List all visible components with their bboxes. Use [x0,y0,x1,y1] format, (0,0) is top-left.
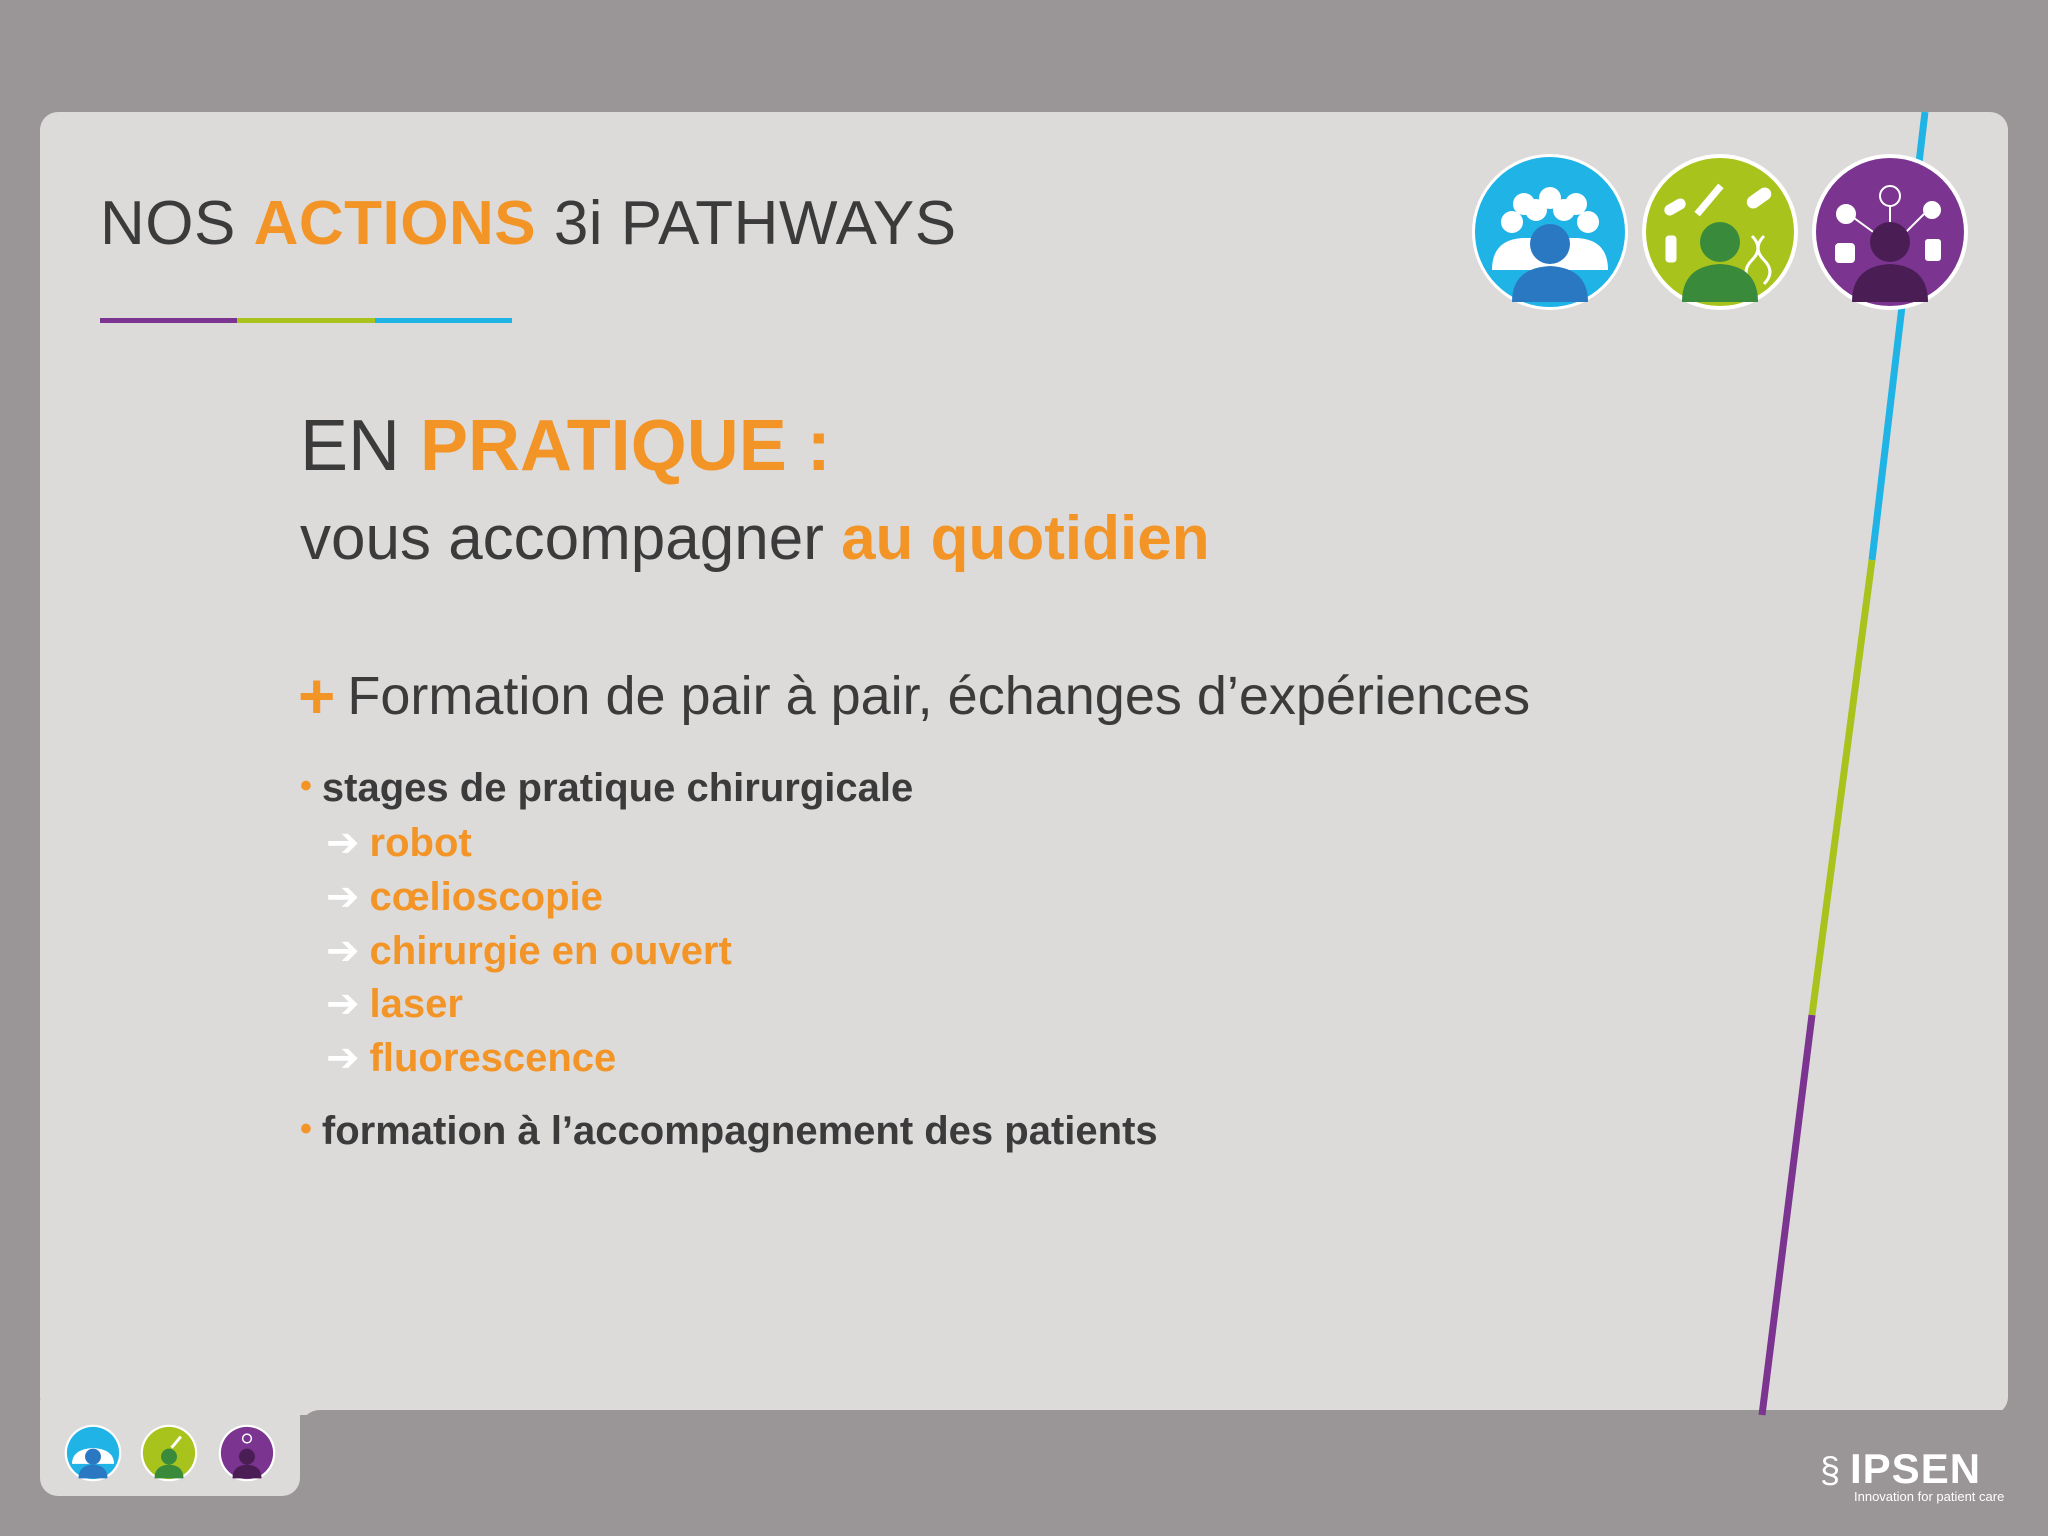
section-heading: EN PRATIQUE : [300,405,831,487]
sub-item: ➔ robot [326,820,472,866]
healthcare-network-small-icon [218,1424,276,1482]
title-underline [100,318,512,323]
list-item: • formation à l’accompagnement des patien… [300,1109,1158,1154]
title-prefix: NOS [100,189,254,258]
sub-item-text: laser [369,982,463,1026]
heading-prefix: EN [300,406,421,486]
bullet-text: stages de pratique chirurgicale [321,766,914,810]
bullet-dot: • [300,1110,312,1148]
arrow-right-icon: ➔ [326,875,360,919]
logo-tagline: Innovation for patient care [1854,1489,2005,1504]
sub-item-text: chirurgie en ouvert [369,929,732,973]
sub-item: ➔ laser [326,981,463,1027]
title-suffix: 3i PATHWAYS [536,189,957,258]
arrow-right-icon: ➔ [326,821,360,865]
sub-item-text: cœlioscopie [369,875,603,919]
sub-item: ➔ fluorescence [326,1035,616,1081]
page-title: NOS ACTIONS 3i PATHWAYS [100,188,957,259]
title-accent: ACTIONS [253,189,537,258]
plus-icon: + [298,660,336,732]
logo-brand: IPSEN [1850,1445,1982,1492]
heading-accent: PRATIQUE : [420,406,831,486]
arrow-right-icon: ➔ [326,1036,360,1080]
people-group-small-icon [64,1424,122,1482]
medical-tools-icon [1642,154,1798,310]
logo-mark-icon: § [1820,1449,1841,1490]
healthcare-network-icon [1812,154,1968,310]
sub-item-text: fluorescence [369,1036,617,1080]
ipsen-logo: § IPSEN Innovation for patient care [1820,1445,2010,1505]
arrow-right-icon: ➔ [326,929,360,973]
medical-tools-small-icon [140,1424,198,1482]
section-subheading: vous accompagner au quotidien [300,503,1210,574]
bullet-text: formation à l’accompagnement des patient… [321,1109,1158,1153]
sub-item: ➔ cœlioscopie [326,874,603,920]
arrow-right-icon: ➔ [326,982,360,1026]
sub-item-text: robot [369,821,472,865]
subheading-prefix: vous accompagner [300,504,842,573]
subheading-accent: au quotidien [841,504,1210,573]
topic-text: Formation de pair à pair, échanges d’exp… [347,666,1531,726]
bullet-dot: • [300,767,312,805]
sub-item: ➔ chirurgie en ouvert [326,928,732,974]
people-group-icon [1472,154,1628,310]
topic-line: + Formation de pair à pair, échanges d’e… [298,664,1530,728]
list-item: • stages de pratique chirurgicale [300,766,913,811]
